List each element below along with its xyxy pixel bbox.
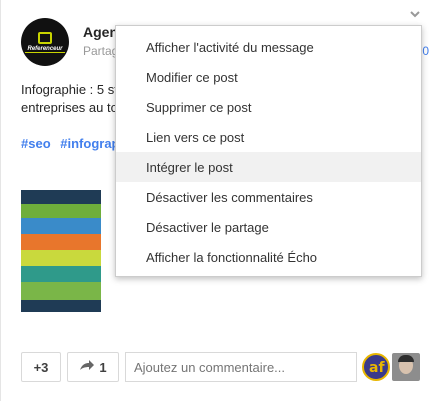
share-button[interactable]: 1	[67, 352, 119, 382]
share-info: Partag	[83, 44, 119, 58]
author-avatar[interactable]: Referenceur	[21, 18, 69, 66]
menu-item-ripples[interactable]: Afficher la fonctionnalité Écho	[116, 242, 421, 272]
chevron-down-icon[interactable]	[409, 8, 421, 20]
user-avatar[interactable]	[392, 353, 420, 381]
menu-item-disable-sharing[interactable]: Désactiver le partage	[116, 212, 421, 242]
comment-input[interactable]	[125, 352, 357, 382]
share-count-label: 1	[99, 359, 107, 375]
logo-icon	[38, 31, 52, 44]
svg-text:af: af	[369, 360, 385, 376]
menu-item-link[interactable]: Lien vers ce post	[116, 122, 421, 152]
commenter-avatar[interactable]: af	[362, 353, 390, 381]
hashtag-list: #seo #infograp	[21, 136, 126, 151]
menu-item-embed[interactable]: Intégrer le post	[116, 152, 421, 182]
logo-wordmark: Referenceur	[25, 45, 65, 53]
menu-item-edit[interactable]: Modifier ce post	[116, 62, 421, 92]
hashtag-link[interactable]: #seo	[21, 136, 51, 151]
post-options-menu: Afficher l'activité du message Modifier …	[115, 25, 422, 277]
menu-item-delete[interactable]: Supprimer ce post	[116, 92, 421, 122]
share-arrow-icon	[79, 358, 95, 376]
share-count[interactable]: 0	[422, 44, 429, 58]
plus-one-button[interactable]: +3	[21, 352, 61, 382]
menu-item-disable-comments[interactable]: Désactiver les commentaires	[116, 182, 421, 212]
menu-item-activity[interactable]: Afficher l'activité du message	[116, 32, 421, 62]
infographic-image[interactable]	[21, 190, 101, 312]
hashtag-link[interactable]: #infograp	[60, 136, 119, 151]
